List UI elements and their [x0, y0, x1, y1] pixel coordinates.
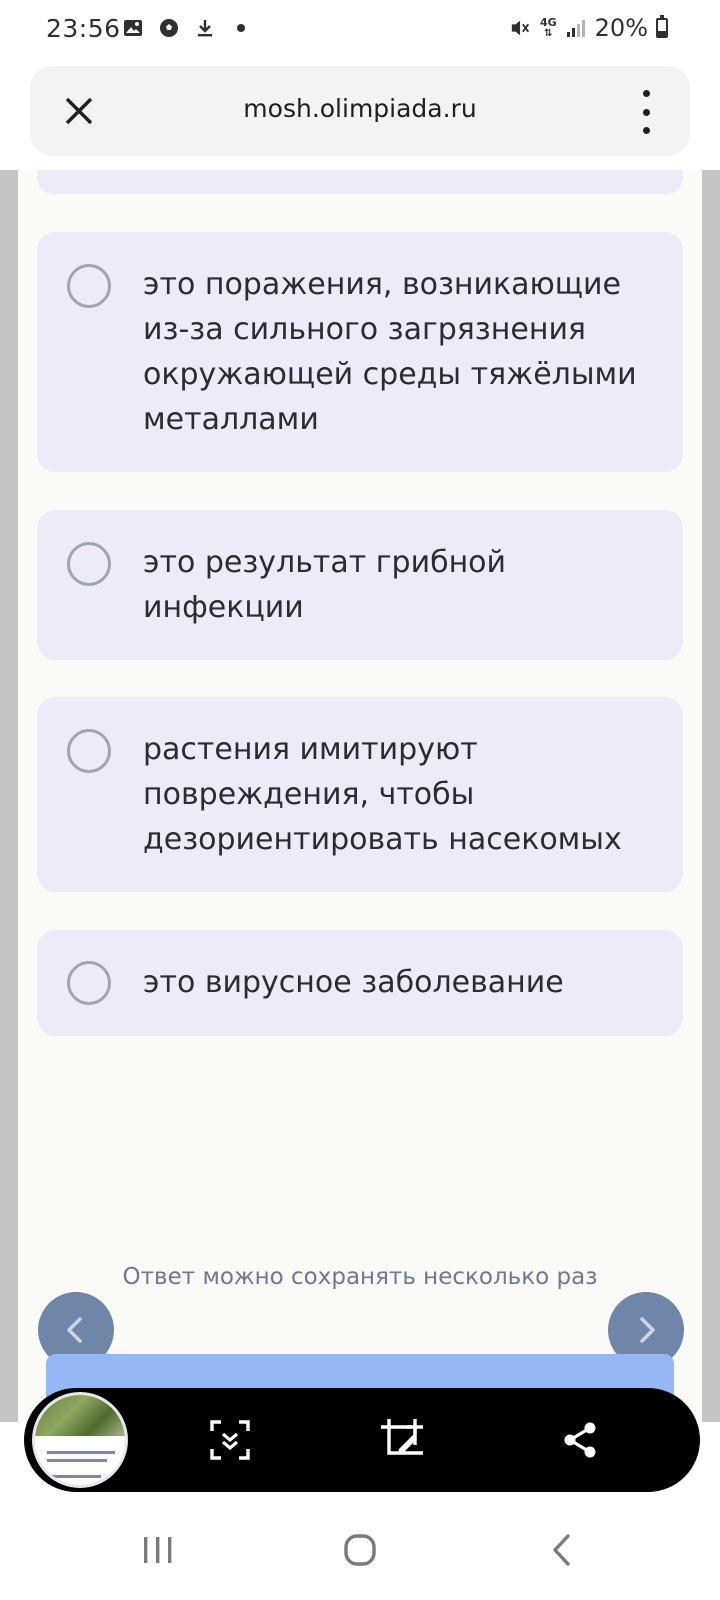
status-icons-right: 4G ⇅ 20% [510, 14, 668, 42]
answer-option-3[interactable]: растения имитируют повреждения, чтобы де… [37, 697, 683, 892]
status-time: 23:56 [46, 14, 121, 43]
option-text: растения имитируют повреждения, чтобы де… [143, 732, 622, 857]
close-icon[interactable] [56, 88, 102, 134]
thumbnail-image [35, 1395, 125, 1437]
signal-icon [565, 16, 587, 40]
answer-option-2[interactable]: это результат грибной инфекции [37, 510, 683, 660]
radio-button[interactable] [67, 729, 111, 773]
screenshot-thumbnail[interactable] [32, 1392, 128, 1488]
scroll-capture-icon[interactable] [204, 1414, 256, 1466]
system-nav-bar [0, 1500, 720, 1600]
network-4g-icon: 4G ⇅ [539, 16, 557, 39]
back-icon[interactable] [532, 1522, 592, 1578]
crop-edit-icon[interactable] [376, 1414, 428, 1466]
url-text[interactable]: mosh.olimpiada.ru [140, 94, 580, 123]
more-vert-icon[interactable] [626, 84, 666, 140]
status-bar: 23:56 4G ⇅ 20% [0, 0, 720, 60]
status-icons-left [122, 16, 252, 40]
mute-icon [510, 16, 532, 40]
image-icon [122, 16, 144, 40]
home-icon[interactable] [330, 1522, 390, 1578]
download-icon [194, 16, 216, 40]
radio-button[interactable] [67, 542, 111, 586]
radio-button[interactable] [67, 961, 111, 1005]
save-note: Ответ можно сохранять несколько раз [122, 1264, 598, 1290]
battery-text: 20% [594, 14, 648, 42]
screenshot-toolbar [24, 1388, 700, 1492]
radio-button[interactable] [67, 264, 111, 308]
browser-toolbar: mosh.olimpiada.ru [30, 66, 690, 156]
share-icon[interactable] [554, 1414, 606, 1466]
option-text: это вирусное заболевание [143, 965, 564, 1000]
option-text: это результат грибной инфекции [143, 545, 507, 625]
answer-option-4[interactable]: это вирусное заболевание [37, 930, 683, 1036]
soccer-ball-icon [158, 16, 180, 40]
dot-icon [230, 16, 252, 40]
battery-icon [656, 15, 668, 38]
answer-option-1[interactable]: это поражения, возникающие из-за сильног… [37, 232, 683, 472]
chevron-right-icon [640, 1317, 655, 1343]
recent-apps-icon[interactable] [128, 1522, 188, 1578]
chevron-left-icon [67, 1317, 82, 1343]
option-text: это поражения, возникающие из-за сильног… [143, 267, 637, 437]
network-label: 4G [539, 16, 557, 29]
previous-option-edge [37, 170, 683, 194]
